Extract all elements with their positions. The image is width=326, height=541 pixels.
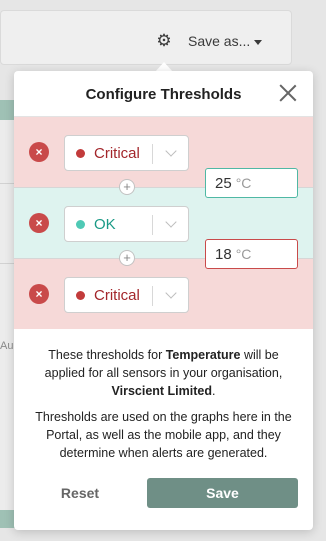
threshold-unit: °C — [235, 246, 252, 262]
save-as-label: Save as... — [188, 33, 251, 49]
threshold-value-input[interactable]: 18 °C — [205, 239, 298, 269]
save-button[interactable]: Save — [147, 478, 298, 508]
chevron-down-icon — [164, 287, 180, 303]
threshold-description: These thresholds for Temperature will be… — [14, 346, 313, 470]
status-dot — [76, 291, 85, 300]
threshold-value-input[interactable]: 25 °C — [205, 168, 298, 198]
description-paragraph-scope: These thresholds for Temperature will be… — [32, 346, 295, 400]
thresholds-editor: × Critical + × OK + × Critical 25 °C 18 … — [14, 117, 313, 329]
threshold-value: 25 — [215, 175, 232, 192]
save-as-menu[interactable]: Save as... — [188, 33, 263, 49]
remove-threshold-button[interactable]: × — [29, 284, 49, 304]
modal-header: Configure Thresholds — [14, 71, 313, 117]
configure-thresholds-modal: Configure Thresholds × Critical + × OK + — [14, 71, 313, 530]
description-text: These thresholds for — [48, 348, 166, 362]
caret-down-icon — [254, 39, 263, 45]
remove-threshold-button[interactable]: × — [29, 213, 49, 233]
status-select[interactable]: Critical — [64, 135, 189, 171]
reset-button[interactable]: Reset — [49, 478, 111, 508]
select-divider — [152, 144, 153, 164]
background-axis-label: Au — [0, 340, 14, 352]
modal-title: Configure Thresholds — [85, 86, 242, 103]
status-select-value: Critical — [94, 287, 140, 304]
add-threshold-button[interactable]: + — [119, 179, 135, 195]
close-icon[interactable] — [278, 83, 298, 103]
status-select-value: Critical — [94, 145, 140, 162]
remove-threshold-button[interactable]: × — [29, 142, 49, 162]
threshold-value: 18 — [215, 246, 232, 263]
status-dot — [76, 220, 85, 229]
status-select-value: OK — [94, 216, 116, 233]
threshold-unit: °C — [235, 175, 252, 191]
gear-icon[interactable]: ⚙ — [156, 32, 172, 49]
status-select[interactable]: OK — [64, 206, 189, 242]
status-dot — [76, 149, 85, 158]
sensor-type-name: Temperature — [165, 348, 241, 362]
select-divider — [152, 286, 153, 306]
chevron-down-icon — [164, 216, 180, 232]
description-text: . — [212, 384, 216, 398]
description-paragraph-usage: Thresholds are used on the graphs here i… — [35, 410, 292, 460]
chevron-down-icon — [164, 145, 180, 161]
organisation-name: Virscient Limited — [111, 384, 213, 398]
add-threshold-button[interactable]: + — [119, 250, 135, 266]
status-select[interactable]: Critical — [64, 277, 189, 313]
select-divider — [152, 215, 153, 235]
